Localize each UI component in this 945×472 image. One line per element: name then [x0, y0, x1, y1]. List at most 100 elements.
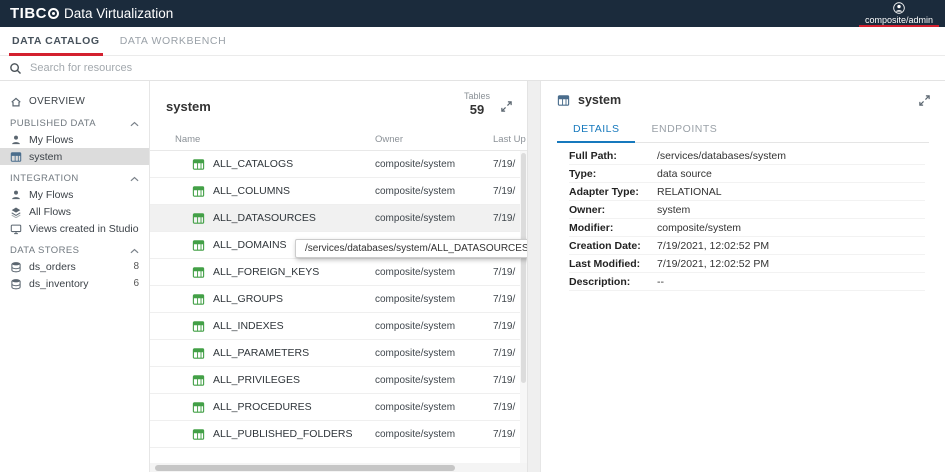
field-value: 7/19/2021, 12:02:52 PM	[657, 240, 769, 252]
field-label: Description:	[569, 276, 657, 288]
table-icon	[192, 293, 205, 306]
expand-icon[interactable]	[500, 100, 513, 113]
table-row-all-foreign-keys[interactable]: ALL_FOREIGN_KEYScomposite/system7/19/	[150, 259, 527, 286]
table-row-all-indexes[interactable]: ALL_INDEXEScomposite/system7/19/	[150, 313, 527, 340]
section-label: INTEGRATION	[10, 173, 79, 184]
table-row-all-procedures[interactable]: ALL_PROCEDUREScomposite/system7/19/	[150, 394, 527, 421]
tibco-logo: TIBC Data Virtualization	[10, 5, 173, 22]
detail-field-creation-date: Creation Date:7/19/2021, 12:02:52 PM	[569, 237, 925, 255]
field-value: system	[657, 204, 690, 216]
sidebar-item-system[interactable]: system	[0, 148, 149, 165]
sidebar-item-label: Views created in Studio	[29, 223, 139, 235]
details-tab-details[interactable]: DETAILS	[557, 117, 635, 142]
cell-name: ALL_INDEXES	[175, 320, 375, 333]
tables-count: Tables 59	[464, 91, 490, 117]
column-header-owner[interactable]: Owner	[375, 134, 493, 145]
sidebar-section-integration[interactable]: INTEGRATION	[0, 171, 149, 186]
sidebar-item-ds-inventory[interactable]: ds_inventory6	[0, 275, 149, 292]
section-label: DATA STORES	[10, 245, 79, 256]
cell-name: ALL_GROUPS	[175, 293, 375, 306]
table-icon	[192, 212, 205, 225]
horizontal-scrollbar-thumb[interactable]	[155, 465, 455, 471]
detail-field-type: Type:data source	[569, 165, 925, 183]
column-header-last-up[interactable]: Last Up	[493, 134, 528, 145]
table-row-all-catalogs[interactable]: ALL_CATALOGScomposite/system7/19/	[150, 151, 527, 178]
field-label: Modifier:	[569, 222, 657, 234]
horizontal-scrollbar[interactable]	[150, 463, 527, 472]
row-name: ALL_CATALOGS	[213, 158, 293, 170]
sidebar-item-label: ds_orders	[29, 261, 76, 273]
table-row-all-parameters[interactable]: ALL_PARAMETERScomposite/system7/19/	[150, 340, 527, 367]
sidebar-item-label: All Flows	[29, 206, 71, 218]
row-name: ALL_GROUPS	[213, 293, 283, 305]
database-icon	[10, 278, 22, 290]
vertical-scrollbar[interactable]	[520, 151, 527, 463]
row-owner: composite/system	[375, 321, 493, 332]
user-icon	[893, 2, 905, 14]
table-row-all-groups[interactable]: ALL_GROUPScomposite/system7/19/	[150, 286, 527, 313]
tab-data-workbench[interactable]: DATA WORKBENCH	[117, 27, 230, 55]
sidebar-item-overview[interactable]: OVERVIEW	[0, 93, 149, 110]
sidebar-item-views-created-in-studio[interactable]: Views created in Studio	[0, 220, 149, 237]
system-grid-icon	[10, 151, 22, 163]
table-icon	[192, 239, 205, 252]
field-label: Full Path:	[569, 150, 657, 162]
my-flows-icon	[10, 134, 22, 146]
datasource-icon	[557, 94, 570, 107]
table-row-all-datasources[interactable]: ALL_DATASOURCEScomposite/system7/19/	[150, 205, 527, 232]
table-row-all-published-folders[interactable]: ALL_PUBLISHED_FOLDERScomposite/system7/1…	[150, 421, 527, 448]
field-label: Adapter Type:	[569, 186, 657, 198]
field-label: Last Modified:	[569, 258, 657, 270]
sidebar-item-my-flows[interactable]: My Flows	[0, 186, 149, 203]
detail-field-owner: Owner:system	[569, 201, 925, 219]
tab-data-catalog[interactable]: DATA CATALOG	[9, 27, 103, 55]
sidebar-section-data-stores[interactable]: DATA STORES	[0, 243, 149, 258]
product-name: Data Virtualization	[64, 6, 173, 21]
row-owner: composite/system	[375, 348, 493, 359]
sidebar-item-ds-orders[interactable]: ds_orders8	[0, 258, 149, 275]
detail-field-full-path: Full Path:/services/databases/system	[569, 147, 925, 165]
top-bar: TIBC Data Virtualization composite/admin	[0, 0, 945, 27]
chevron-up-icon	[130, 248, 139, 254]
tables-panel: system Tables 59 NameOwnerLast Up ALL_CA…	[150, 81, 528, 472]
column-header-name[interactable]: Name	[175, 134, 375, 145]
user-menu[interactable]: composite/admin	[859, 0, 939, 27]
row-name: ALL_PARAMETERS	[213, 347, 309, 359]
sidebar-nav: OVERVIEW PUBLISHED DATA My Flows system INT…	[0, 81, 150, 472]
field-value: composite/system	[657, 222, 741, 234]
field-value: data source	[657, 168, 712, 180]
search-bar	[0, 56, 945, 81]
expand-icon[interactable]	[918, 94, 931, 107]
cell-name: ALL_PUBLISHED_FOLDERS	[175, 428, 375, 441]
row-name: ALL_DATASOURCES	[213, 212, 316, 224]
row-name: ALL_COLUMNS	[213, 185, 290, 197]
sidebar-section-published-data[interactable]: PUBLISHED DATA	[0, 116, 149, 131]
field-value: --	[657, 276, 664, 288]
row-name: ALL_PUBLISHED_FOLDERS	[213, 428, 352, 440]
table-rows: ALL_CATALOGScomposite/system7/19/ALL_COL…	[150, 151, 527, 463]
field-label: Type:	[569, 168, 657, 180]
details-panel: system DETAILSENDPOINTS Full Path:/servi…	[540, 81, 945, 472]
nav-tab-bar: DATA CATALOG DATA WORKBENCH	[0, 27, 945, 56]
table-header: NameOwnerLast Up	[150, 129, 527, 151]
section-label: PUBLISHED DATA	[10, 118, 96, 129]
table-row-all-columns[interactable]: ALL_COLUMNScomposite/system7/19/	[150, 178, 527, 205]
detail-field-adapter-type: Adapter Type:RELATIONAL	[569, 183, 925, 201]
search-input[interactable]	[30, 62, 936, 74]
vertical-scrollbar-thumb[interactable]	[521, 153, 526, 383]
row-owner: composite/system	[375, 375, 493, 386]
sidebar-item-my-flows[interactable]: My Flows	[0, 131, 149, 148]
field-value: /services/databases/system	[657, 150, 786, 162]
row-owner: composite/system	[375, 429, 493, 440]
sidebar-item-label: My Flows	[29, 134, 73, 146]
cell-name: ALL_PROCEDURES	[175, 401, 375, 414]
chevron-up-icon	[130, 121, 139, 127]
row-owner: composite/system	[375, 213, 493, 224]
sidebar-item-all-flows[interactable]: All Flows	[0, 203, 149, 220]
sidebar-item-label: OVERVIEW	[29, 96, 85, 107]
details-panel-header: system	[557, 93, 929, 107]
panel-title: system	[166, 99, 211, 114]
table-row-all-privileges[interactable]: ALL_PRIVILEGEScomposite/system7/19/	[150, 367, 527, 394]
all-flows-icon	[10, 206, 22, 218]
details-tab-endpoints[interactable]: ENDPOINTS	[635, 117, 733, 142]
